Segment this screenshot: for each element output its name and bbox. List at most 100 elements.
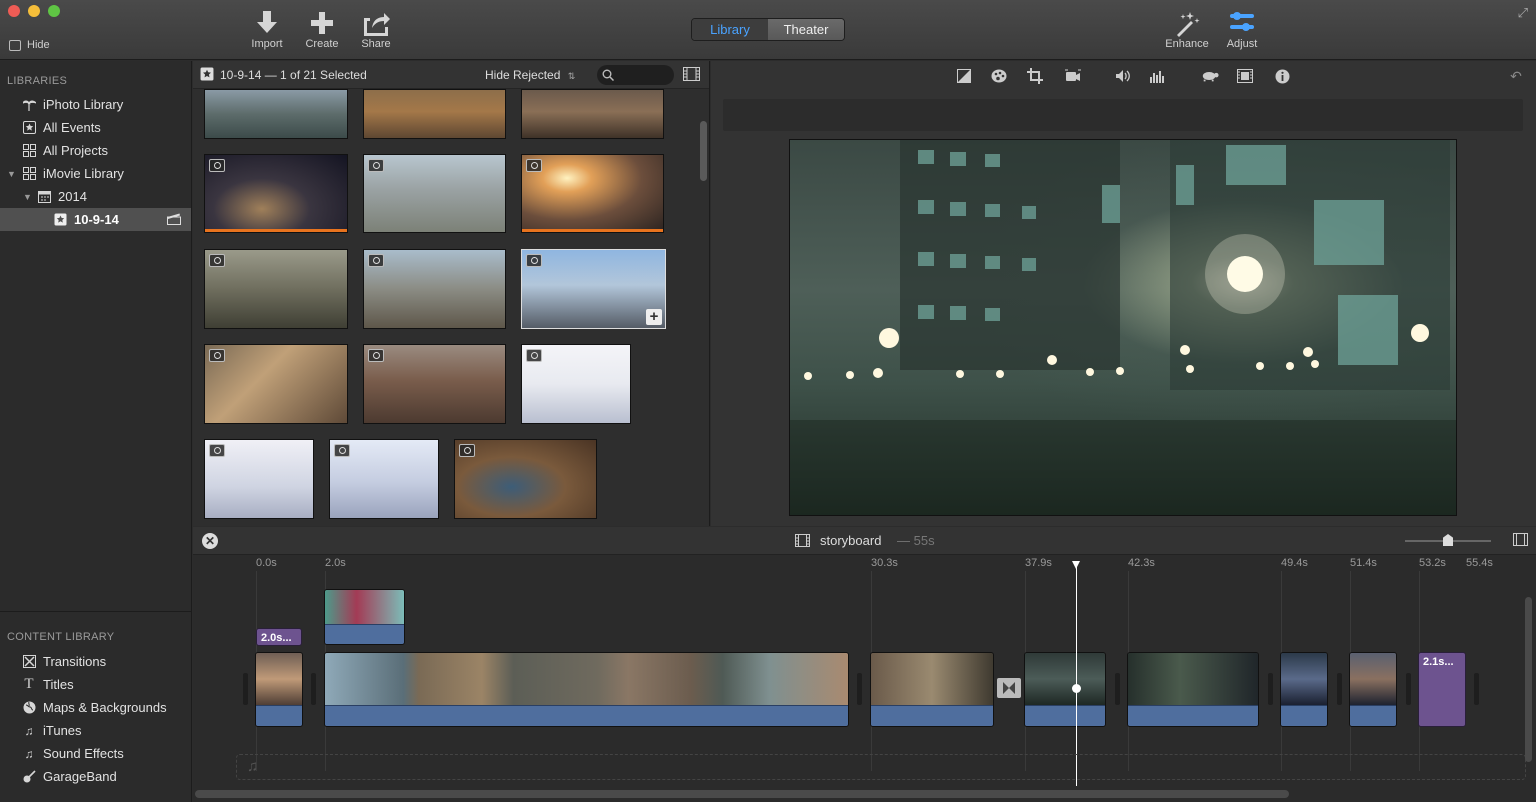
music-note-icon: ♫ [24, 746, 34, 761]
browser-scrollbar[interactable] [700, 121, 707, 181]
clip-audio-waveform [871, 705, 993, 726]
share-button[interactable]: Share [346, 8, 406, 50]
palm-tree-icon [22, 98, 36, 112]
time-tick: 55.4s [1466, 557, 1493, 569]
timeline-settings-icon[interactable] [1513, 533, 1528, 549]
clip-thumbnail[interactable] [204, 439, 314, 519]
grid-icon [22, 167, 36, 181]
sidebar-item-all-projects[interactable]: All Projects [0, 139, 191, 162]
zoom-window-button[interactable] [48, 5, 60, 17]
project-timeline: ✕ storyboard — 55s 0.0s 2.0s 30.3s 37.9s… [193, 527, 1536, 802]
create-button[interactable]: Create [292, 8, 352, 50]
clip-thumbnail-selected[interactable]: + [521, 249, 666, 329]
transitions-icon [22, 655, 36, 669]
sidebar-item-label: iTunes [43, 723, 82, 738]
share-icon [346, 8, 406, 38]
grid-icon [22, 144, 36, 158]
color-balance-icon[interactable] [955, 67, 973, 85]
clip-thumbnail[interactable] [363, 89, 506, 139]
search-icon [602, 69, 614, 81]
clip-thumbnail[interactable] [363, 154, 506, 233]
hide-libraries-button[interactable]: Hide [9, 39, 50, 51]
time-tick: 2.0s [325, 557, 346, 569]
enhance-button[interactable]: Enhance [1157, 8, 1217, 50]
reset-adjustments-icon[interactable]: ↶ [1507, 67, 1525, 85]
sidebar-item-2014[interactable]: 2014 [0, 185, 191, 208]
volume-icon[interactable] [1114, 67, 1132, 85]
playhead[interactable] [1072, 561, 1080, 786]
minimize-window-button[interactable] [28, 5, 40, 17]
sidebar-item-iphoto-library[interactable]: iPhoto Library [0, 93, 191, 116]
clip-thumbnail[interactable] [454, 439, 597, 519]
viewer: ↶ [711, 61, 1536, 526]
search-input[interactable] [597, 65, 674, 85]
time-tick: 30.3s [871, 557, 898, 569]
transition-icon[interactable] [997, 678, 1021, 698]
fullscreen-icon[interactable]: ⤢ [1518, 5, 1528, 21]
close-window-button[interactable] [8, 5, 20, 17]
selection-range-bar [522, 229, 663, 232]
clip-thumbnail[interactable] [521, 344, 631, 424]
equalizer-icon[interactable] [1149, 67, 1167, 85]
sidebar-item-itunes[interactable]: ♫ iTunes [0, 719, 191, 742]
add-to-project-button[interactable]: + [646, 309, 662, 325]
storyline-clip[interactable] [1349, 652, 1397, 727]
clip-thumbnail[interactable] [521, 89, 664, 139]
filter-popup[interactable]: Hide Rejected ⇅ [485, 68, 575, 82]
crop-icon[interactable] [1026, 67, 1044, 85]
cutaway-clip[interactable] [324, 589, 405, 645]
libraries-sidebar: LIBRARIES iPhoto Library All Events All … [0, 61, 192, 802]
clip-thumbnail[interactable] [363, 344, 506, 424]
stabilization-icon[interactable] [1064, 67, 1082, 85]
sidebar-item-label: All Events [43, 120, 101, 135]
sidebar-item-imovie-library[interactable]: iMovie Library [0, 162, 191, 185]
speed-turtle-icon[interactable] [1201, 67, 1219, 85]
clip-thumbnail[interactable] [521, 154, 664, 233]
import-button[interactable]: Import [237, 8, 297, 50]
tab-theater[interactable]: Theater [768, 19, 844, 40]
storyline-clip[interactable] [255, 652, 303, 727]
clip-video-strip [1281, 653, 1327, 705]
storyline-clip[interactable] [1127, 652, 1259, 727]
clip-thumbnail[interactable] [329, 439, 439, 519]
sidebar-item-garageband[interactable]: GarageBand [0, 765, 191, 788]
title-clip[interactable]: 2.0s... [256, 628, 302, 646]
camera-icon [209, 349, 225, 362]
info-icon[interactable] [1273, 67, 1291, 85]
sidebar-item-all-events[interactable]: All Events [0, 116, 191, 139]
adjust-button[interactable]: Adjust [1212, 8, 1272, 50]
sidebar-divider [0, 611, 192, 612]
clip-thumbnail[interactable] [204, 344, 348, 424]
close-project-icon[interactable]: ✕ [202, 533, 218, 549]
sidebar-item-sound-effects[interactable]: ♫ Sound Effects [0, 742, 191, 765]
sidebar-item-label: Maps & Backgrounds [43, 700, 167, 715]
color-correction-icon[interactable] [990, 67, 1008, 85]
sidebar-item-label: GarageBand [43, 769, 117, 784]
clip-thumbnail[interactable] [204, 89, 348, 139]
filter-label: Hide Rejected [485, 68, 561, 82]
storyline-clip[interactable] [1280, 652, 1328, 727]
video-preview[interactable] [789, 139, 1457, 516]
sidebar-item-titles[interactable]: T Titles [0, 673, 191, 696]
clip-filter-icon[interactable] [1236, 67, 1254, 85]
sidebar-item-transitions[interactable]: Transitions [0, 650, 191, 673]
storyline-clip[interactable] [1024, 652, 1106, 727]
storyline-clip[interactable] [870, 652, 994, 727]
timeline-horizontal-scrollbar[interactable] [195, 790, 1289, 798]
background-music-well[interactable]: ♫ [236, 754, 1526, 780]
clip-thumbnail[interactable] [204, 154, 348, 233]
libraries-heading: LIBRARIES [7, 75, 68, 87]
timeline-vertical-scrollbar[interactable] [1525, 597, 1532, 762]
tab-library[interactable]: Library [692, 19, 768, 40]
time-tick: 53.2s [1419, 557, 1446, 569]
title-clip[interactable]: 2.1s... [1418, 652, 1466, 727]
storyline-clip[interactable] [324, 652, 849, 727]
project-duration: — 55s [897, 533, 935, 548]
sidebar-item-10-9-14[interactable]: 10-9-14 [0, 208, 191, 231]
sidebar-item-maps-backgrounds[interactable]: Maps & Backgrounds [0, 696, 191, 719]
clip-thumbnail[interactable] [363, 249, 506, 329]
zoom-slider-knob[interactable] [1443, 534, 1453, 546]
globe-icon [22, 701, 36, 715]
clip-thumbnail[interactable] [204, 249, 348, 329]
filmstrip-settings-icon[interactable] [683, 67, 700, 84]
